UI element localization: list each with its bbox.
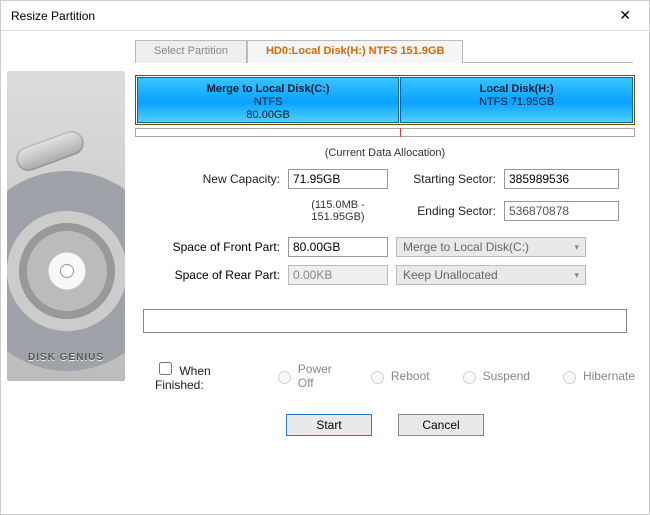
partition-local-h[interactable]: Local Disk(H:) NTFS 71.95GB xyxy=(400,77,633,123)
partition-fs: NTFS 71.95GB xyxy=(401,96,632,109)
partition-fs: NTFS xyxy=(138,96,398,109)
chevron-down-icon: ▾ xyxy=(574,242,579,253)
when-finished-row: When Finished: Power Off Reboot Suspend … xyxy=(155,359,635,392)
combo-front-value: Merge to Local Disk(C:) xyxy=(403,240,529,254)
allocation-label: (Current Data Allocation) xyxy=(135,147,635,159)
disk-arm-icon xyxy=(13,128,87,174)
sidebar xyxy=(1,31,131,514)
partition-name: Local Disk(H:) xyxy=(401,83,632,96)
partition-merge-c[interactable]: Merge to Local Disk(C:) NTFS 80.00GB xyxy=(137,77,399,123)
partition-name: Merge to Local Disk(C:) xyxy=(138,83,398,96)
label-rear-part: Space of Rear Part: xyxy=(165,268,280,282)
input-rear-part xyxy=(288,265,388,285)
close-icon[interactable]: ✕ xyxy=(611,3,639,28)
partition-size: 80.00GB xyxy=(138,109,398,122)
main-panel: Select Partition HD0:Local Disk(H:) NTFS… xyxy=(131,31,649,514)
label-ending-sector: Ending Sector: xyxy=(396,204,496,218)
capacity-range-note: (115.0MB - 151.95GB) xyxy=(288,199,388,223)
value-ending-sector xyxy=(504,201,619,221)
combo-rear-part[interactable]: Keep Unallocated ▾ xyxy=(396,265,586,285)
disk-illustration xyxy=(7,71,125,381)
tab-active-disk[interactable]: HD0:Local Disk(H:) NTFS 151.9GB xyxy=(247,40,463,63)
checkbox-when-finished[interactable] xyxy=(159,362,172,375)
progress-box xyxy=(143,309,627,333)
radio-suspend[interactable]: Suspend xyxy=(458,368,530,384)
input-new-capacity[interactable] xyxy=(288,169,388,189)
label-new-capacity: New Capacity: xyxy=(165,172,280,186)
dialog-buttons: Start Cancel xyxy=(135,414,635,436)
radio-poweroff[interactable]: Power Off xyxy=(273,362,338,390)
capacity-grid: New Capacity: Starting Sector: (115.0MB … xyxy=(165,169,635,223)
combo-front-part[interactable]: Merge to Local Disk(C:) ▾ xyxy=(396,237,586,257)
titlebar: Resize Partition ✕ xyxy=(1,1,649,31)
combo-rear-value: Keep Unallocated xyxy=(403,268,498,282)
window-title: Resize Partition xyxy=(11,9,95,23)
tab-select-partition[interactable]: Select Partition xyxy=(135,40,247,63)
tabs: Select Partition HD0:Local Disk(H:) NTFS… xyxy=(135,39,633,63)
resize-slider[interactable] xyxy=(135,128,635,137)
partition-bar[interactable]: Merge to Local Disk(C:) NTFS 80.00GB Loc… xyxy=(135,75,635,125)
radio-hibernate[interactable]: Hibernate xyxy=(558,368,635,384)
body: Select Partition HD0:Local Disk(H:) NTFS… xyxy=(1,31,649,514)
rear-part-row: Space of Rear Part: Keep Unallocated ▾ xyxy=(165,265,635,285)
label-front-part: Space of Front Part: xyxy=(165,240,280,254)
input-front-part[interactable] xyxy=(288,237,388,257)
chevron-down-icon: ▾ xyxy=(574,270,579,281)
slider-handle[interactable] xyxy=(400,128,401,137)
label-starting-sector: Starting Sector: xyxy=(396,172,496,186)
input-starting-sector[interactable] xyxy=(504,169,619,189)
radio-reboot[interactable]: Reboot xyxy=(366,368,430,384)
when-finished-checkbox[interactable]: When Finished: xyxy=(155,359,245,392)
cancel-button[interactable]: Cancel xyxy=(398,414,484,436)
front-part-row: Space of Front Part: Merge to Local Disk… xyxy=(165,237,635,257)
start-button[interactable]: Start xyxy=(286,414,372,436)
